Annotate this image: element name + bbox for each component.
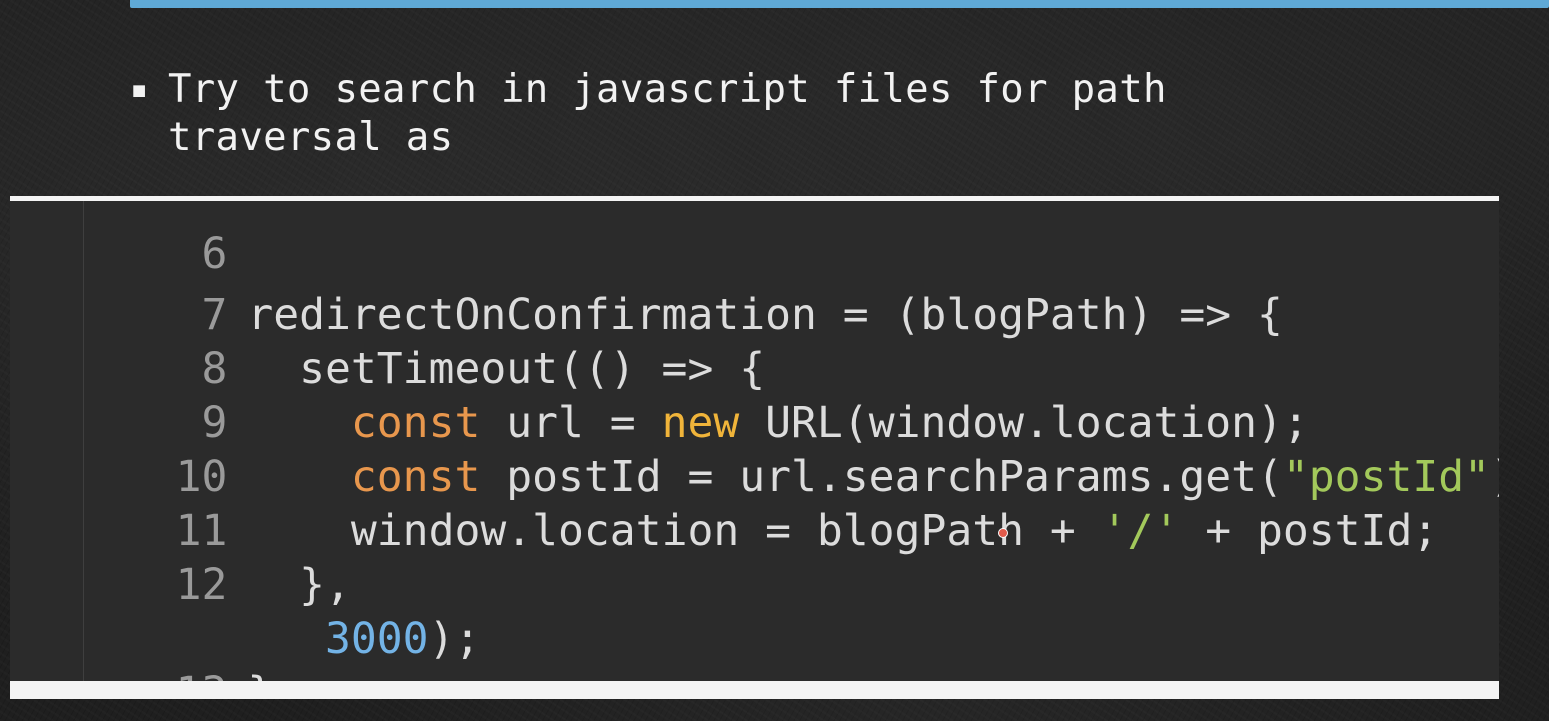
- code-text: 3000);: [237, 614, 480, 664]
- code-text: window.location = blogPath + '/' + postI…: [237, 506, 1438, 556]
- code-editor-panel: 6 7 redirectOnConfirmation = (blogPath) =…: [10, 201, 1499, 681]
- bullet-text: Try to search in javascript files for pa…: [168, 67, 1167, 160]
- code-fragment: window.location = blogPath +: [350, 506, 1102, 556]
- slide-bullet: ▪ Try to search in javascript files for …: [130, 66, 1168, 162]
- code-line-12-continued: 3000);: [10, 558, 480, 664]
- code-line-13: 13}: [10, 612, 274, 681]
- code-line-10: 10 const postId = url.searchParams.get("…: [10, 396, 1499, 502]
- bullet-row: ▪ Try to search in javascript files for …: [130, 66, 1168, 162]
- line-number: 13: [165, 666, 237, 681]
- code-line-6: 6: [10, 201, 247, 279]
- code-line-7: 7 redirectOnConfirmation = (blogPath) => …: [10, 234, 1282, 340]
- code-fragment: );: [1490, 452, 1499, 502]
- bullet-marker: ▪: [130, 72, 149, 107]
- code-fragment: );: [428, 614, 481, 664]
- code-line-9: 9 const url = new URL(window.location);: [10, 342, 1308, 448]
- code-fragment: + postId;: [1179, 506, 1439, 556]
- code-text: }: [237, 668, 273, 681]
- code-line-11: 11 window.location = blogPath + '/' + po…: [10, 450, 1439, 556]
- number-literal: 3000: [325, 614, 429, 664]
- code-screenshot-frame: 6 7 redirectOnConfirmation = (blogPath) =…: [10, 196, 1499, 699]
- code-line-12: 12 },: [10, 504, 351, 610]
- mouse-cursor-dot: [998, 528, 1008, 538]
- top-accent-rule: [130, 0, 1549, 8]
- code-line-8: 8 setTimeout(() => {: [10, 288, 765, 394]
- string-literal: '/': [1101, 506, 1180, 556]
